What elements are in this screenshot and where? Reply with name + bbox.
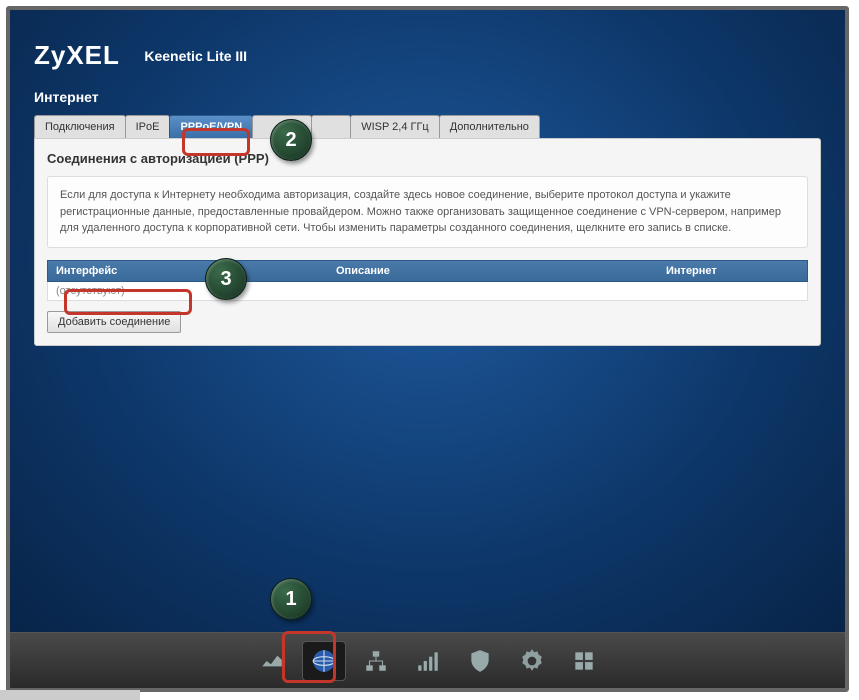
tab-advanced[interactable]: Дополнительно — [439, 115, 540, 138]
app-window: ZyXEL Keenetic Lite III Интернет Подключ… — [6, 6, 849, 692]
signal-icon — [415, 648, 441, 674]
dock-wifi[interactable] — [406, 641, 450, 681]
dock-internet[interactable] — [302, 641, 346, 681]
col-internet: Интернет — [658, 261, 807, 281]
chart-icon — [259, 648, 285, 674]
col-description: Описание — [328, 261, 658, 281]
bottom-dock-bar — [10, 632, 845, 688]
main-area: ZyXEL Keenetic Lite III Интернет Подключ… — [10, 10, 845, 632]
scroll-track — [0, 690, 140, 700]
dock-monitor[interactable] — [250, 641, 294, 681]
section-title: Интернет — [34, 89, 821, 105]
panel-title: Соединения с авторизацией (PPP) — [47, 151, 808, 166]
network-icon — [363, 648, 389, 674]
table-row: (отсутствуют) — [47, 282, 808, 301]
col-interface: Интерфейс — [48, 261, 328, 281]
tab-pppoe-vpn[interactable]: PPPoE/VPN — [169, 115, 253, 138]
dock — [250, 641, 606, 681]
tabs-bar: Подключения IPoE PPPoE/VPN T WISP 2,4 ГГ… — [34, 115, 821, 138]
tab-3g4g[interactable]: T — [311, 115, 351, 138]
dock-apps[interactable] — [562, 641, 606, 681]
tab-connections[interactable]: Подключения — [34, 115, 126, 138]
table-header: Интерфейс Описание Интернет — [47, 260, 808, 282]
grid-icon — [571, 648, 597, 674]
tab-ipoe[interactable]: IPoE — [125, 115, 171, 138]
callout-1: 1 — [270, 578, 312, 620]
dock-network[interactable] — [354, 641, 398, 681]
brand-logo: ZyXEL — [34, 40, 120, 71]
empty-row-text: (отсутствуют) — [48, 282, 328, 300]
globe-icon — [311, 648, 337, 674]
tab-wisp[interactable]: WISP 2,4 ГГц — [350, 115, 440, 138]
add-connection-button[interactable]: Добавить соединение — [47, 311, 181, 333]
callout-3: 3 — [205, 258, 247, 300]
gear-icon — [519, 648, 545, 674]
panel-info: Если для доступа к Интернету необходима … — [47, 176, 808, 248]
content-panel: Соединения с авторизацией (PPP) Если для… — [34, 138, 821, 346]
dock-firewall[interactable] — [458, 641, 502, 681]
shield-icon — [467, 648, 493, 674]
dock-system[interactable] — [510, 641, 554, 681]
callout-2: 2 — [270, 119, 312, 161]
product-name: Keenetic Lite III — [144, 48, 247, 64]
